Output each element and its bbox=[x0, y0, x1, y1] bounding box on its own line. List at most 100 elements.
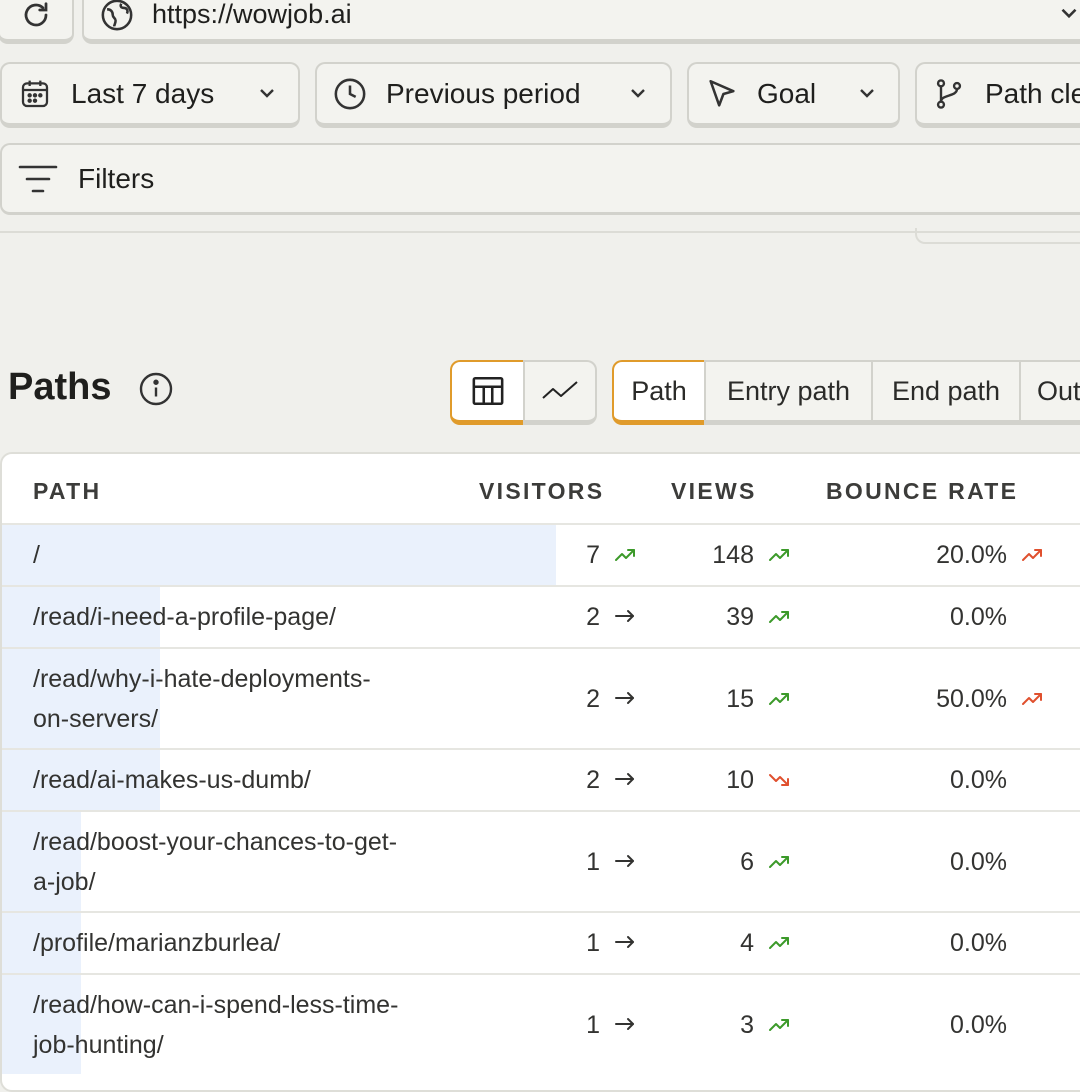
filter-icon bbox=[18, 165, 58, 192]
trend-up-icon bbox=[768, 547, 792, 568]
chevron-down-icon bbox=[1061, 8, 1077, 19]
tab-end-path-label: End path bbox=[891, 375, 1001, 406]
trend-down-icon bbox=[768, 772, 792, 793]
path-cleaning-label: Path cle bbox=[985, 77, 1080, 109]
table-row[interactable]: /read/how-can-i-spend-less-time-job-hunt… bbox=[2, 973, 1080, 1074]
page-title: Paths bbox=[8, 366, 112, 408]
line-chart-icon bbox=[542, 381, 578, 399]
panel-edge bbox=[915, 228, 1080, 244]
path-cell[interactable]: /read/why-i-hate-deployments-on-servers/ bbox=[33, 659, 463, 739]
date-range-select[interactable]: Last 7 days bbox=[0, 62, 300, 128]
visitors-value: 1 bbox=[586, 847, 600, 876]
views-value: 4 bbox=[740, 929, 754, 957]
path-cell[interactable]: /read/how-can-i-spend-less-time-job-hunt… bbox=[33, 985, 463, 1065]
path-text: /read/i-need-a-profile-page/ bbox=[33, 603, 336, 631]
column-header-bounce-rate[interactable]: BOUNCE RATE bbox=[826, 478, 1018, 505]
path-text: /read/why-i-hate-deployments- bbox=[33, 664, 371, 693]
column-header-path[interactable]: PATH bbox=[33, 478, 101, 505]
filters-label: Filters bbox=[78, 162, 155, 194]
views-value: 3 bbox=[740, 1010, 754, 1039]
git-branch-icon bbox=[936, 78, 962, 109]
bounce-rate-value: 0.0% bbox=[950, 1010, 1007, 1039]
path-text: /read/ai-makes-us-dumb/ bbox=[33, 766, 311, 794]
chart-view-toggle[interactable] bbox=[523, 360, 597, 425]
globe-icon bbox=[101, 0, 133, 30]
path-cell[interactable]: /read/i-need-a-profile-page/ bbox=[33, 597, 463, 637]
views-value: 148 bbox=[712, 541, 754, 569]
cursor-icon bbox=[709, 79, 735, 107]
tab-path-label: Path bbox=[631, 375, 687, 406]
trend-up-icon bbox=[614, 547, 638, 568]
table-row[interactable]: / 7 148 20.0% bbox=[2, 523, 1080, 585]
table-row[interactable]: /read/i-need-a-profile-page/2 39 0.0% bbox=[2, 585, 1080, 647]
views-value: 6 bbox=[740, 847, 754, 876]
tab-path[interactable]: Path bbox=[612, 360, 706, 425]
visitors-value: 2 bbox=[586, 684, 600, 713]
bounce-rate-value: 20.0% bbox=[936, 541, 1007, 569]
info-icon[interactable] bbox=[138, 371, 174, 407]
views-value: 15 bbox=[726, 684, 754, 713]
visitors-value: 2 bbox=[586, 603, 600, 631]
tab-out-label: Out bbox=[1037, 375, 1080, 406]
url-bar[interactable]: https://wowjob.ai bbox=[82, 0, 1080, 44]
bounce-rate-value: 0.0% bbox=[950, 766, 1007, 794]
table-row[interactable]: /profile/marianzburlea/1 4 0.0% bbox=[2, 911, 1080, 973]
reload-button[interactable] bbox=[0, 0, 74, 44]
column-header-views[interactable]: VIEWS bbox=[671, 478, 757, 505]
table-row[interactable]: /read/ai-makes-us-dumb/2 10 0.0% bbox=[2, 748, 1080, 810]
chevron-down-icon bbox=[631, 89, 645, 98]
bounce-rate-value: 50.0% bbox=[936, 684, 1007, 713]
column-header-visitors[interactable]: VISITORS bbox=[479, 478, 604, 505]
views-value: 39 bbox=[726, 603, 754, 631]
goal-select[interactable]: Goal bbox=[687, 62, 900, 128]
chevron-down-icon bbox=[260, 89, 274, 98]
bounce-rate-value: 0.0% bbox=[950, 847, 1007, 876]
trend-up-icon bbox=[768, 1017, 792, 1038]
url-text: https://wowjob.ai bbox=[152, 0, 352, 29]
comparison-label: Previous period bbox=[386, 77, 581, 109]
visitors-value: 1 bbox=[586, 1010, 600, 1039]
trend-up-icon bbox=[768, 935, 792, 956]
table-view-toggle[interactable] bbox=[450, 360, 525, 425]
tab-entry-path[interactable]: Entry path bbox=[704, 360, 873, 425]
path-text: / bbox=[33, 541, 40, 569]
path-cell[interactable]: /read/boost-your-chances-to-get-a-job/ bbox=[33, 822, 463, 902]
visitors-value: 2 bbox=[586, 766, 600, 794]
path-cell[interactable]: /read/ai-makes-us-dumb/ bbox=[33, 760, 463, 800]
trend-up-icon bbox=[768, 854, 792, 875]
path-text: a-job/ bbox=[33, 867, 96, 896]
table-icon bbox=[472, 376, 503, 406]
chevron-down-icon bbox=[860, 89, 874, 98]
calendar-icon bbox=[21, 80, 49, 107]
goal-label: Goal bbox=[757, 77, 817, 109]
arrow-right-icon bbox=[614, 772, 636, 791]
visitors-value: 7 bbox=[586, 541, 600, 569]
reload-icon bbox=[24, 1, 48, 26]
path-cell[interactable]: /profile/marianzburlea/ bbox=[33, 923, 463, 963]
table-row[interactable]: /read/boost-your-chances-to-get-a-job/1 6… bbox=[2, 810, 1080, 911]
path-cleaning-select[interactable]: Path cle bbox=[915, 62, 1080, 128]
arrow-right-icon bbox=[614, 854, 636, 873]
views-value: 10 bbox=[726, 766, 754, 794]
trend-up-icon bbox=[1021, 547, 1045, 568]
arrow-right-icon bbox=[614, 935, 636, 954]
trend-up-icon bbox=[768, 691, 792, 712]
date-range-label: Last 7 days bbox=[71, 77, 215, 109]
tab-entry-path-label: Entry path bbox=[726, 375, 851, 406]
trend-up-icon bbox=[1021, 691, 1045, 712]
tab-out[interactable]: Out bbox=[1019, 360, 1080, 425]
clock-icon bbox=[334, 78, 366, 109]
path-text: on-servers/ bbox=[33, 704, 159, 733]
filters-button[interactable]: Filters bbox=[0, 143, 1080, 215]
path-cell[interactable]: / bbox=[33, 535, 463, 575]
table-row[interactable]: /read/why-i-hate-deployments-on-servers/… bbox=[2, 647, 1080, 748]
tab-end-path[interactable]: End path bbox=[871, 360, 1021, 425]
path-text: job-hunting/ bbox=[33, 1030, 164, 1059]
path-text: /profile/marianzburlea/ bbox=[33, 929, 281, 957]
trend-up-icon bbox=[768, 609, 792, 630]
comparison-select[interactable]: Previous period bbox=[315, 62, 672, 128]
visitors-value: 1 bbox=[586, 929, 600, 957]
path-text: /read/boost-your-chances-to-get- bbox=[33, 827, 398, 856]
path-text: /read/how-can-i-spend-less-time- bbox=[33, 990, 399, 1019]
arrow-right-icon bbox=[614, 609, 636, 628]
